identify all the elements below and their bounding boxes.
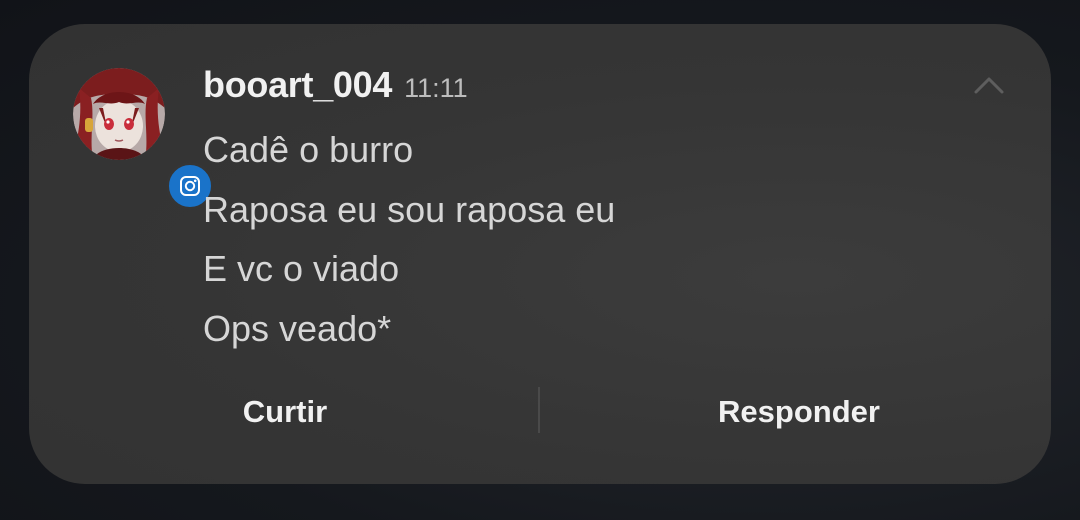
message-line: Cadê o burro bbox=[203, 129, 414, 170]
message-line: E vc o viado bbox=[203, 248, 400, 289]
notification-time: 11:11 bbox=[404, 73, 468, 103]
notification-card[interactable]: booart_004 11:11 Cadê o burro Raposa eu … bbox=[29, 24, 1051, 484]
message-list: Cadê o burro Raposa eu sou raposa eu E v… bbox=[203, 120, 615, 358]
instagram-icon bbox=[180, 176, 200, 196]
notification-actions: Curtir Responder bbox=[29, 384, 1051, 440]
collapse-button[interactable] bbox=[969, 70, 1009, 100]
chevron-up-icon bbox=[974, 77, 1004, 94]
actions-divider bbox=[538, 387, 540, 433]
like-button[interactable]: Curtir bbox=[149, 384, 421, 440]
avatar bbox=[73, 68, 165, 160]
notification-header: booart_004 11:11 bbox=[203, 64, 468, 108]
message-line: Raposa eu sou raposa eu bbox=[203, 188, 616, 230]
reply-button[interactable]: Responder bbox=[589, 384, 1009, 440]
message-line: Ops veado* bbox=[203, 307, 392, 349]
sender-avatar-group bbox=[73, 68, 214, 210]
sender-name: booart_004 bbox=[203, 64, 393, 105]
